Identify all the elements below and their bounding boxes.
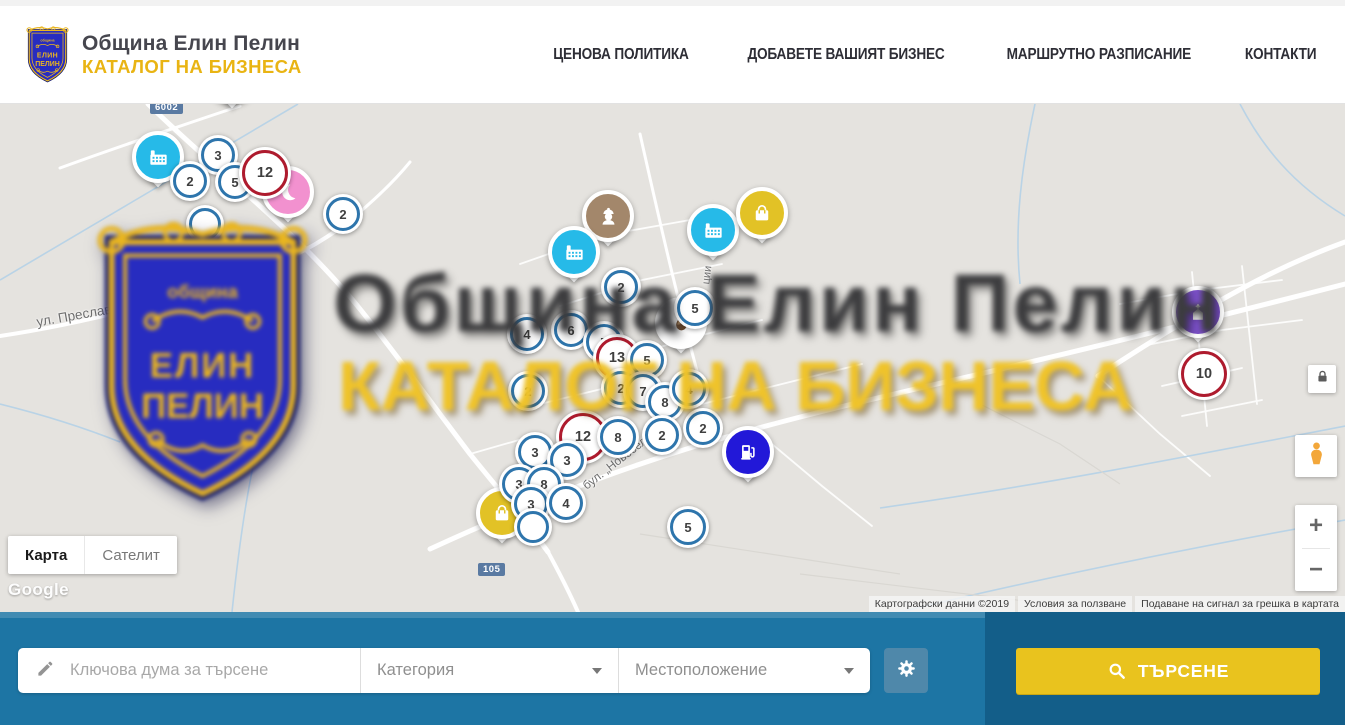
main-nav: ЦЕНОВА ПОЛИТИКА ДОБАВЕТЕ ВАШИЯТ БИЗНЕС М… bbox=[544, 46, 1321, 64]
google-map[interactable]: 3251222546713522784128223338345106002105… bbox=[0, 104, 1345, 612]
keyword-search-input[interactable] bbox=[68, 660, 360, 681]
svg-text:община: община bbox=[167, 281, 238, 302]
svg-text:община: община bbox=[40, 39, 55, 43]
watermark-title: Община Елин Пелин bbox=[333, 257, 1222, 351]
road-shield-label: 105 bbox=[478, 563, 505, 576]
svg-text:ПЕЛИН: ПЕЛИН bbox=[35, 61, 60, 68]
map-attribution: Картографски данни ©2019 Условия за полз… bbox=[866, 595, 1345, 612]
search-button[interactable]: ТЪРСЕНЕ bbox=[1016, 648, 1320, 694]
cluster-count: 3 bbox=[214, 148, 221, 163]
cluster-count: 5 bbox=[231, 175, 238, 190]
search-bar: Категория Местоположение ТЪРСЕНЕ bbox=[0, 612, 1345, 725]
cluster-marker[interactable]: 2 bbox=[323, 194, 363, 234]
brand[interactable]: община ЕЛИН ПЕЛИН Община Елин Пелин КАТА… bbox=[24, 25, 302, 84]
cluster-ring bbox=[517, 511, 549, 543]
nav-item-route-schedule[interactable]: МАРШРУТНО РАЗПИСАНИЕ bbox=[1007, 46, 1191, 64]
attribution-terms-link[interactable]: Условия за ползване bbox=[1018, 596, 1132, 612]
lock-icon bbox=[1315, 369, 1330, 389]
cluster-count: 3 bbox=[563, 453, 570, 468]
map-type-map-button[interactable]: Карта bbox=[8, 536, 84, 574]
search-icon bbox=[1107, 661, 1127, 681]
attribution-report-error-link[interactable]: Подаване на сигнал за грешка в картата bbox=[1135, 596, 1345, 612]
cluster-count: 3 bbox=[531, 445, 538, 460]
cluster-count: 5 bbox=[684, 520, 691, 535]
pin-tail bbox=[221, 104, 244, 108]
brand-text: Община Елин Пелин КАТАЛОГ НА БИЗНЕСА bbox=[82, 32, 302, 77]
brand-subtitle: КАТАЛОГ НА БИЗНЕСА bbox=[82, 56, 302, 77]
nav-item-contacts[interactable]: КОНТАКТИ bbox=[1245, 46, 1317, 64]
svg-text:ЕЛИН: ЕЛИН bbox=[37, 53, 58, 60]
cluster-count: 2 bbox=[186, 174, 193, 189]
cluster-marker[interactable]: 12 bbox=[239, 147, 291, 199]
factory-icon bbox=[687, 204, 739, 256]
category-pin-fuel[interactable] bbox=[722, 426, 774, 478]
pegman-icon bbox=[1303, 440, 1330, 472]
cluster-marker[interactable]: 5 bbox=[667, 506, 709, 548]
chevron-down-icon bbox=[592, 668, 602, 674]
header: община ЕЛИН ПЕЛИН Община Елин Пелин КАТА… bbox=[0, 6, 1345, 104]
category-dropdown-label: Категория bbox=[377, 661, 454, 680]
search-settings-button[interactable] bbox=[884, 648, 928, 693]
search-input-group: Категория Местоположение bbox=[18, 648, 870, 693]
bag-icon bbox=[736, 187, 788, 239]
map-type-satellite-button[interactable]: Сателит bbox=[84, 536, 177, 574]
pencil-icon bbox=[36, 659, 55, 683]
nav-item-add-business[interactable]: ДОБАВЕТЕ ВАШИЯТ БИЗНЕС bbox=[747, 46, 944, 64]
keyword-section bbox=[18, 648, 360, 693]
zoom-control: + − bbox=[1295, 505, 1337, 591]
location-dropdown-label: Местоположение bbox=[635, 661, 767, 680]
location-dropdown[interactable]: Местоположение bbox=[619, 648, 870, 693]
search-button-label: ТЪРСЕНЕ bbox=[1138, 661, 1229, 682]
gear-icon bbox=[896, 658, 917, 684]
zoom-in-button[interactable]: + bbox=[1295, 505, 1337, 548]
watermark-subtitle: КАТАЛОГ НА БИЗНЕСА bbox=[338, 346, 1133, 426]
fuel-icon bbox=[722, 426, 774, 478]
cluster-marker[interactable] bbox=[514, 508, 552, 546]
chevron-down-icon bbox=[844, 668, 854, 674]
brand-title: Община Елин Пелин bbox=[82, 32, 302, 56]
cluster-marker[interactable]: 10 bbox=[1178, 348, 1230, 400]
cluster-count: 8 bbox=[614, 430, 621, 445]
cluster-count: 2 bbox=[658, 428, 665, 443]
cluster-marker[interactable]: 2 bbox=[170, 161, 210, 201]
cluster-marker[interactable]: 4 bbox=[546, 483, 586, 523]
category-dropdown[interactable]: Категория bbox=[361, 648, 618, 693]
category-pin-factory[interactable] bbox=[687, 204, 739, 256]
cluster-count: 12 bbox=[257, 165, 273, 181]
attribution-copyright: Картографски данни ©2019 bbox=[869, 596, 1015, 612]
zoom-out-button[interactable]: − bbox=[1295, 549, 1337, 592]
cluster-count: 2 bbox=[339, 207, 346, 222]
map-type-control: Карта Сателит bbox=[8, 536, 177, 574]
category-pin-bag[interactable] bbox=[736, 187, 788, 239]
street-view-pegman-button[interactable] bbox=[1295, 435, 1337, 477]
page: община ЕЛИН ПЕЛИН Община Елин Пелин КАТА… bbox=[0, 0, 1345, 725]
google-logo[interactable]: Google bbox=[8, 580, 69, 600]
watermark-crest: община ЕЛИН ПЕЛИН bbox=[85, 215, 320, 509]
cluster-count: 4 bbox=[562, 496, 569, 511]
svg-text:ЕЛИН: ЕЛИН bbox=[150, 346, 256, 385]
road-shield-label: 6002 bbox=[150, 104, 183, 114]
cluster-count: 10 bbox=[1196, 366, 1212, 382]
svg-text:ПЕЛИН: ПЕЛИН bbox=[141, 387, 264, 426]
municipality-crest-logo: община ЕЛИН ПЕЛИН bbox=[24, 25, 71, 84]
nav-item-pricing[interactable]: ЦЕНОВА ПОЛИТИКА bbox=[553, 46, 688, 64]
lock-button[interactable] bbox=[1308, 365, 1336, 393]
